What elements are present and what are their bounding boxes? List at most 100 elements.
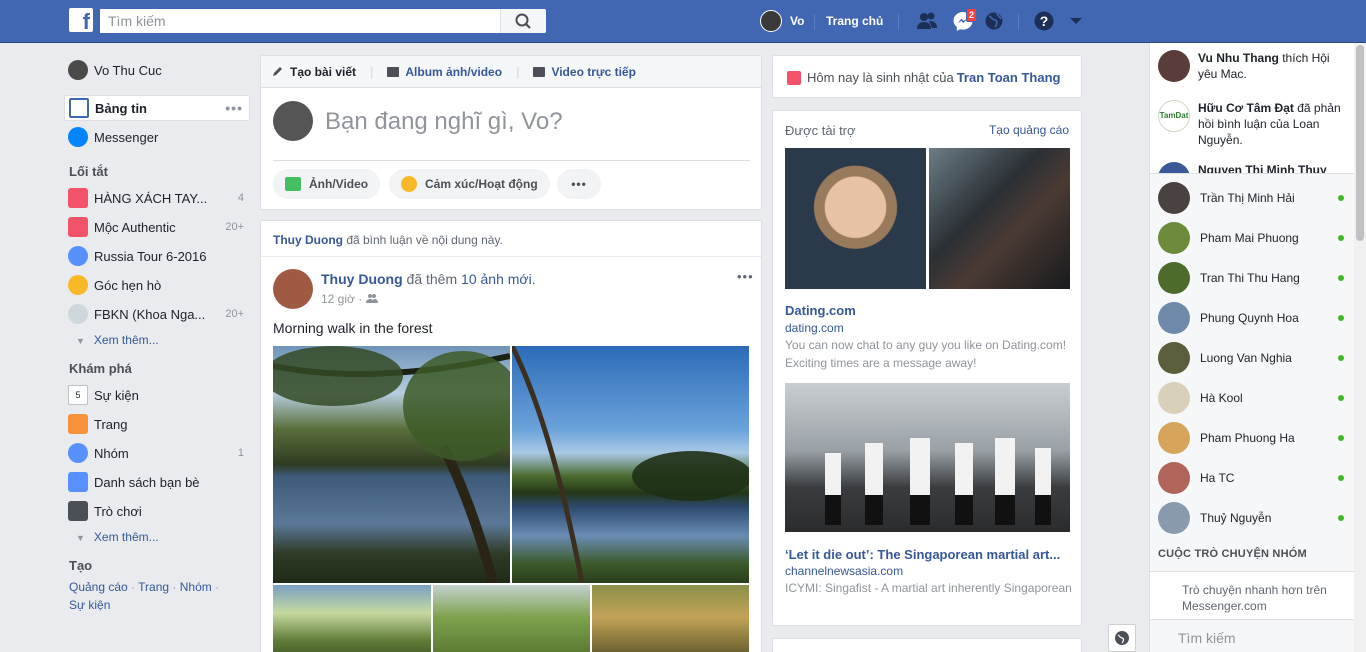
friends-privacy-icon	[365, 294, 378, 303]
chat-globe-button[interactable]	[1108, 624, 1136, 652]
ad-domain[interactable]: dating.com	[785, 321, 844, 335]
profile-shortcut[interactable]: Vo Thu Cuc	[64, 57, 250, 83]
online-status-dot	[1338, 515, 1344, 521]
sidebar-item-shortcut[interactable]: Mộc Authentic 20+	[64, 214, 250, 240]
scrollbar-thumb[interactable]	[1356, 45, 1364, 241]
ad-title-link[interactable]: ‘Let it die out’: The Singaporean martia…	[785, 547, 1065, 562]
sidebar-item-groups[interactable]: Nhóm 1	[64, 440, 250, 466]
count-badge: 1	[237, 447, 244, 459]
button-label: Cảm xúc/Hoạt động	[425, 177, 538, 191]
avatar	[1158, 502, 1190, 534]
tree-branch-graphic	[273, 346, 510, 583]
avatar[interactable]	[273, 269, 313, 309]
sidebar-item-label: FBKN (Khoa Nga...	[94, 306, 206, 322]
pencil-icon	[273, 66, 282, 76]
see-more-explore-link[interactable]: ▼ Xem thêm...	[76, 530, 159, 544]
help-icon[interactable]: ?	[1033, 10, 1057, 32]
chat-friend[interactable]: Trần Thị Minh Hải	[1158, 179, 1350, 217]
ad-domain[interactable]: channelnewsasia.com	[785, 564, 903, 578]
create-page-link[interactable]: Trang	[138, 580, 169, 594]
sidebar-item-messenger[interactable]: Messenger	[64, 124, 250, 150]
count-badge: 4	[237, 192, 244, 204]
ticker-item[interactable]: Nguyen Thi Minh Thuy	[1158, 162, 1348, 174]
page-scrollbar[interactable]	[1354, 43, 1366, 652]
divider	[898, 14, 899, 30]
account-menu-chevron-down-icon[interactable]	[1066, 10, 1090, 32]
chat-friend[interactable]: Pham Phuong Ha	[1158, 419, 1350, 457]
avatar	[1158, 422, 1190, 454]
ad-image[interactable]	[785, 383, 1070, 532]
sidebar-item-games[interactable]: Trò chơi	[64, 498, 250, 524]
create-ad-link[interactable]: Tạo quảng cáo	[989, 123, 1069, 137]
ticker-item[interactable]: TamDat Hữu Cơ Tâm Đạt đã phản hồi bình l…	[1158, 100, 1348, 148]
avatar	[1158, 302, 1190, 334]
birthday-reminder[interactable]: Hôm nay là sinh nhật của Tran Toan Thang	[772, 55, 1082, 98]
feeling-activity-button[interactable]: Cảm xúc/Hoạt động	[389, 169, 550, 199]
search-button[interactable]	[500, 9, 546, 33]
sidebar-item-news-feed[interactable]: Bảng tin •••	[64, 95, 250, 121]
notifications-globe-icon[interactable]	[983, 10, 1007, 32]
friend-requests-icon[interactable]	[915, 10, 939, 32]
sidebar-item-friend-lists[interactable]: Danh sách bạn bè	[64, 469, 250, 495]
sponsored-heading: Được tài trợ	[785, 123, 856, 138]
chat-friend[interactable]: Thuỷ Nguyễn	[1158, 499, 1350, 537]
post-options-icon[interactable]: •••	[737, 269, 754, 284]
messenger-promo[interactable]: Trò chuyện nhanh hơn trên Messenger.com	[1150, 571, 1355, 619]
sidebar-item-shortcut[interactable]: Russia Tour 6-2016	[64, 243, 250, 269]
chat-friend[interactable]: Tran Thi Thu Hang	[1158, 259, 1350, 297]
post-photo[interactable]	[433, 585, 590, 652]
action-text: đã thêm	[402, 271, 462, 287]
gift-icon	[787, 70, 801, 85]
chat-friend[interactable]: Pham Mai Phuong	[1158, 219, 1350, 257]
context-name-link[interactable]: Thuy Duong	[273, 233, 343, 247]
profile-link[interactable]: Vo	[760, 9, 804, 33]
ticker-item[interactable]: Vu Nhu Thang thích Hội yêu Mac.	[1158, 50, 1348, 82]
chat-friend[interactable]: Luong Van Nghia	[1158, 339, 1350, 377]
sidebar-item-shortcut[interactable]: HÀNG XÁCH TAY... 4	[64, 185, 250, 211]
create-ad-link[interactable]: Quảng cáo	[69, 580, 128, 594]
see-more-shortcuts-link[interactable]: ▼ Xem thêm...	[76, 333, 159, 347]
explore-heading: Khám phá	[69, 361, 132, 376]
more-options-button[interactable]: •••	[557, 169, 601, 199]
avatar	[1158, 182, 1190, 214]
post-photo[interactable]	[592, 585, 749, 652]
tab-create-post[interactable]: Tạo bài viết	[271, 65, 356, 79]
composer-input[interactable]: Bạn đang nghĩ gì, Vo?	[325, 108, 563, 136]
post-timestamp[interactable]: 12 giờ ·	[321, 292, 378, 306]
search-input[interactable]	[100, 9, 500, 33]
home-link[interactable]: Trang chủ	[826, 14, 883, 28]
post-photo[interactable]	[273, 346, 510, 583]
photo-video-button[interactable]: Ảnh/Video	[273, 169, 381, 199]
photos-link[interactable]: 10 ảnh mới	[461, 271, 532, 287]
sidebar-item-shortcut[interactable]: FBKN (Khoa Nga... 20+	[64, 301, 250, 327]
martial-artists-graphic	[825, 438, 1051, 525]
ad-title-link[interactable]: Dating.com	[785, 303, 1065, 318]
tab-live-video[interactable]: Video trực tiếp	[533, 65, 636, 79]
post-photo[interactable]	[273, 585, 431, 652]
create-event-link[interactable]: Sự kiện	[69, 598, 110, 612]
chat-friend[interactable]: Ha TC	[1158, 459, 1350, 497]
author-link[interactable]: Thuy Duong	[321, 271, 403, 287]
chat-friend[interactable]: Hà Kool	[1158, 379, 1350, 417]
friend-name: Ha TC	[1200, 471, 1235, 485]
post-title: Thuy Duong đã thêm 10 ảnh mới.	[321, 271, 536, 287]
tab-photo-video-album[interactable]: Album ảnh/video	[387, 65, 502, 79]
sidebar-item-shortcut[interactable]: Góc hẹn hò	[64, 272, 250, 298]
ad-image[interactable]	[929, 148, 1070, 289]
chat-search-input[interactable]: Tìm kiếm	[1150, 619, 1355, 652]
avatar	[1158, 50, 1190, 82]
group-icon	[68, 443, 88, 463]
chat-friend[interactable]: Phung Quynh Hoa	[1158, 299, 1350, 337]
ad-image[interactable]	[785, 148, 926, 289]
sidebar-item-pages[interactable]: Trang	[64, 411, 250, 437]
create-group-link[interactable]: Nhóm	[180, 580, 212, 594]
post-photo[interactable]	[512, 346, 749, 583]
birthday-person-link[interactable]: Tran Toan Thang	[957, 70, 1061, 85]
facebook-logo[interactable]: f	[69, 8, 93, 32]
ad-description: ICYMI: Singafist - A martial art inheren…	[785, 581, 1072, 595]
sidebar-item-events[interactable]: 5 Sự kiện	[64, 382, 250, 408]
ticker-name: Nguyen Thi Minh Thuy	[1198, 163, 1327, 174]
create-links: Quảng cáo · Trang · Nhóm · Sự kiện	[69, 578, 239, 614]
more-options-icon[interactable]: •••	[221, 100, 243, 116]
divider	[261, 256, 761, 257]
